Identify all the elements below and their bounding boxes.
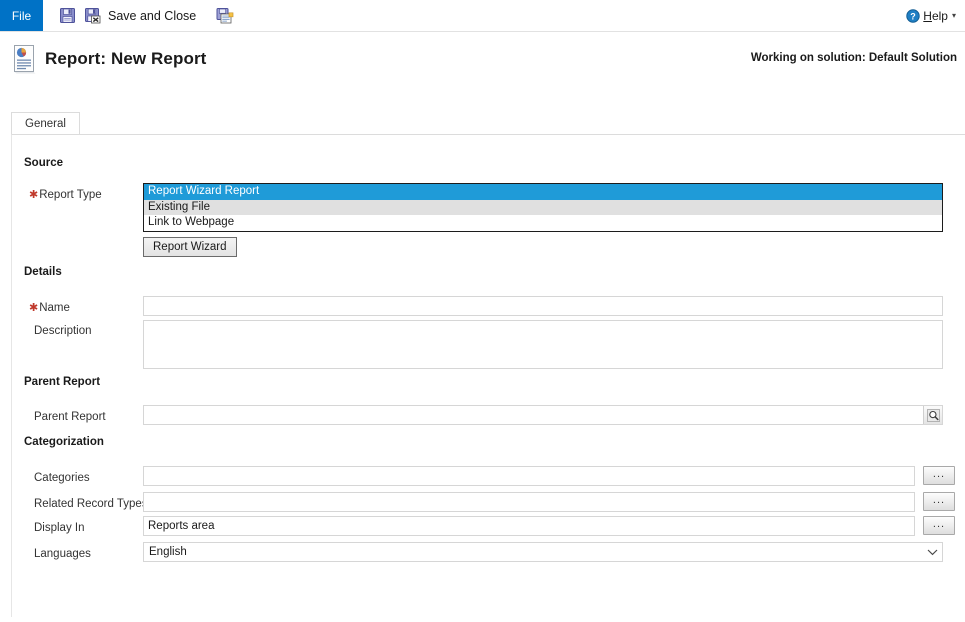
listbox-option-report-wizard-report[interactable]: Report Wizard Report bbox=[144, 184, 942, 200]
description-textarea[interactable] bbox=[143, 320, 943, 369]
tab-general[interactable]: General bbox=[11, 112, 80, 134]
related-record-types-label: Related Record Types bbox=[34, 498, 148, 510]
form-panel: Source ✱Report Type Report Wizard Report… bbox=[11, 134, 965, 617]
listbox-option-existing-file[interactable]: Existing File bbox=[144, 199, 942, 215]
help-menu[interactable]: ? Help ▾ bbox=[906, 0, 956, 31]
report-document-icon bbox=[12, 44, 38, 74]
save-floppy-icon bbox=[59, 7, 76, 24]
parent-report-lookup-button[interactable] bbox=[923, 406, 942, 424]
file-menu-tab[interactable]: File bbox=[0, 0, 43, 31]
categories-label: Categories bbox=[34, 472, 90, 484]
section-heading-source: Source bbox=[24, 157, 63, 169]
save-and-close-label: Save and Close bbox=[108, 8, 197, 23]
display-in-browse-button[interactable]: ... bbox=[923, 516, 955, 535]
save-and-close-icon bbox=[84, 7, 102, 24]
display-in-input[interactable] bbox=[143, 516, 915, 536]
help-label: Help bbox=[923, 8, 948, 23]
categories-input[interactable] bbox=[143, 466, 915, 486]
save-and-new-icon bbox=[216, 7, 234, 24]
page-title: Report: New Report bbox=[45, 49, 207, 68]
chevron-down-icon: ▾ bbox=[951, 11, 956, 20]
report-type-label: ✱Report Type bbox=[29, 189, 102, 201]
file-menu-label: File bbox=[11, 8, 32, 23]
required-indicator: ✱ bbox=[29, 189, 39, 201]
lookup-magnifier-icon bbox=[926, 408, 940, 422]
name-label: ✱Name bbox=[29, 302, 70, 314]
page-header: Report: New Report Working on solution: … bbox=[0, 32, 965, 90]
report-wizard-button[interactable]: Report Wizard bbox=[143, 237, 237, 257]
parent-report-lookup[interactable] bbox=[143, 405, 943, 425]
chevron-down-icon bbox=[922, 548, 942, 556]
languages-selected-value: English bbox=[149, 546, 187, 558]
parent-report-label: Parent Report bbox=[34, 411, 106, 423]
help-question-icon: ? bbox=[906, 8, 920, 23]
report-type-listbox[interactable]: Report Wizard Report Existing File Link … bbox=[143, 183, 943, 232]
required-indicator: ✱ bbox=[29, 302, 39, 314]
save-and-new-button[interactable] bbox=[212, 3, 238, 29]
section-heading-details: Details bbox=[24, 266, 62, 278]
display-in-label: Display In bbox=[34, 522, 85, 534]
related-record-types-browse-button[interactable]: ... bbox=[923, 492, 955, 511]
save-button[interactable] bbox=[55, 3, 80, 29]
command-bar: File Save and Close ? Help ▾ bbox=[0, 0, 965, 32]
section-heading-categorization: Categorization bbox=[24, 436, 104, 448]
save-and-close-button[interactable]: Save and Close bbox=[80, 3, 200, 29]
form-tab-strip: General bbox=[0, 112, 965, 134]
related-record-types-input[interactable] bbox=[143, 492, 915, 512]
solution-context-label: Working on solution: Default Solution bbox=[750, 52, 957, 64]
svg-text:?: ? bbox=[911, 11, 917, 21]
listbox-option-link-to-webpage[interactable]: Link to Webpage bbox=[144, 215, 942, 231]
description-label: Description bbox=[34, 325, 92, 337]
categories-browse-button[interactable]: ... bbox=[923, 466, 955, 485]
name-input[interactable] bbox=[143, 296, 943, 316]
languages-label: Languages bbox=[34, 548, 91, 560]
tab-general-label: General bbox=[25, 117, 66, 130]
section-heading-parent-report: Parent Report bbox=[24, 376, 101, 388]
languages-select[interactable]: English bbox=[143, 542, 943, 562]
parent-report-input[interactable] bbox=[144, 406, 923, 424]
command-bar-buttons: Save and Close bbox=[55, 0, 238, 31]
